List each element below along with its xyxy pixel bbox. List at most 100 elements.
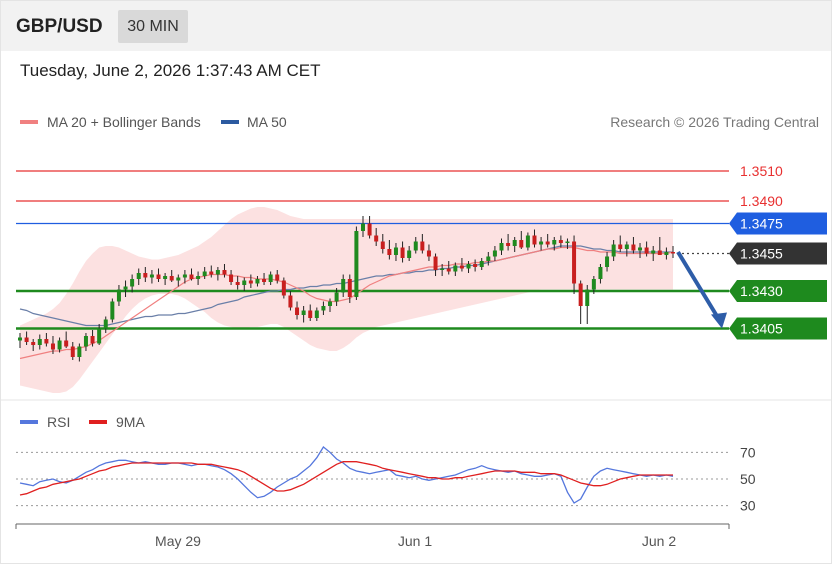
candle-body — [268, 274, 273, 282]
candle-body — [572, 241, 577, 284]
candle-body — [321, 306, 326, 311]
candle-body — [116, 289, 121, 302]
candle-body — [638, 247, 643, 251]
candle-body — [519, 240, 524, 248]
candle-body — [413, 241, 418, 251]
candle-body — [229, 274, 234, 282]
candle-body — [459, 265, 464, 269]
candle-body — [301, 310, 306, 315]
candle-body — [565, 241, 570, 243]
candle-body — [328, 301, 333, 306]
candle-body — [281, 280, 286, 296]
candle-body — [182, 274, 187, 278]
candle-body — [486, 256, 491, 261]
candle-body — [492, 250, 497, 257]
candle-body — [202, 271, 207, 276]
candle-body — [664, 252, 669, 255]
candle-body — [605, 256, 610, 267]
candle-body — [657, 250, 662, 255]
candle-body — [77, 346, 82, 357]
candle-body — [598, 267, 603, 279]
candle-body — [136, 273, 141, 279]
candle-body — [222, 270, 227, 275]
candle-body — [525, 235, 530, 248]
candle-body — [539, 241, 544, 245]
candle-body — [354, 231, 359, 297]
candle-body — [387, 249, 392, 255]
level-label: 1.3510 — [740, 163, 783, 179]
candle-body — [156, 274, 161, 279]
candle-body — [426, 250, 431, 257]
candle-body — [347, 279, 352, 297]
price-chart: 1.3510 1.3490 1.3475 1.3455 1.3430 1.3405 30 50… — [1, 163, 831, 549]
rsi-line — [19, 446, 674, 504]
candle-body — [545, 241, 550, 245]
candle-body — [24, 337, 29, 342]
candle-body — [473, 264, 478, 267]
candle-body — [295, 307, 300, 315]
candle-body — [209, 271, 214, 275]
candle-body — [367, 223, 372, 236]
candle-body — [130, 279, 135, 287]
candle-body — [235, 282, 240, 285]
candle-body — [393, 247, 398, 255]
candle-body — [169, 276, 174, 281]
level-label: 1.3430 — [740, 283, 783, 299]
rsi-9ma-line — [19, 461, 673, 496]
candle-body — [103, 319, 108, 329]
candle-body — [215, 270, 220, 275]
candle-body — [585, 289, 590, 306]
candle-body — [90, 336, 95, 344]
candle-body — [262, 279, 267, 282]
candle-body — [446, 268, 451, 272]
candle-body — [624, 244, 629, 249]
candle-body — [70, 346, 75, 357]
candle-body — [453, 265, 458, 272]
candle-body — [499, 243, 504, 251]
candle-body — [83, 336, 88, 347]
candle-body — [248, 280, 253, 284]
candle-body — [37, 339, 42, 345]
candle-body — [176, 277, 181, 281]
candle-body — [143, 273, 148, 278]
candle-body — [433, 256, 438, 270]
candle-body — [591, 279, 596, 290]
candle-body — [110, 301, 115, 320]
candle-body — [149, 274, 154, 278]
candle-body — [163, 276, 168, 279]
time-tick-label: Jun 2 — [642, 533, 676, 549]
candle-body — [189, 274, 194, 279]
candle-body — [255, 279, 260, 284]
candle-body — [57, 340, 62, 350]
time-tick-label: Jun 1 — [398, 533, 432, 549]
candle-body — [506, 243, 511, 246]
candle-body — [308, 310, 313, 318]
candle-body — [552, 240, 557, 245]
candle-body — [31, 342, 36, 345]
candle-body — [314, 310, 319, 318]
candle-body — [651, 250, 656, 254]
candle-body — [558, 240, 563, 243]
candle-body — [196, 276, 201, 279]
candle-body — [242, 280, 247, 285]
candle-body — [532, 235, 537, 245]
candle-body — [380, 241, 385, 249]
candle-body — [644, 247, 649, 254]
level-label: 1.3475 — [740, 216, 783, 232]
candle-body — [479, 261, 484, 267]
time-tick-label: May 29 — [155, 533, 201, 549]
candle-body — [440, 268, 445, 270]
candle-body — [50, 343, 55, 350]
candle-body — [611, 244, 616, 257]
forecast-arrow-head — [711, 312, 727, 329]
rsi-tick-label: 70 — [740, 444, 756, 460]
candle-body — [123, 286, 128, 290]
candle-body — [374, 235, 379, 242]
candle-body — [420, 241, 425, 251]
candle-body — [407, 250, 412, 258]
candle-body — [64, 340, 69, 347]
level-label: 1.3455 — [740, 246, 783, 262]
candle-body — [275, 274, 280, 281]
candle-body — [671, 252, 675, 254]
rsi-tick-label: 30 — [740, 498, 756, 514]
